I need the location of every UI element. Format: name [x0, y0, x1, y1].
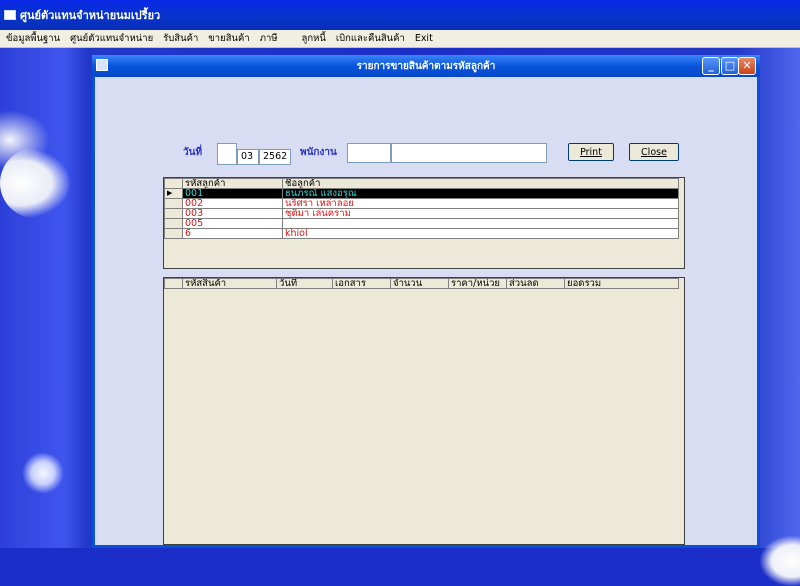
- row-header: [164, 198, 183, 209]
- table-row[interactable]: 005: [164, 218, 679, 229]
- column-header-unit-price[interactable]: ราคา/หน่วย: [448, 278, 507, 289]
- table-row[interactable]: 6 khiol: [164, 228, 679, 239]
- column-header-customer-code[interactable]: รหัสลูกค้า: [182, 178, 283, 189]
- close-button[interactable]: Close: [629, 143, 679, 161]
- row-header-corner: [164, 278, 183, 289]
- milk-splash-decoration: [760, 536, 800, 586]
- customer-name-cell[interactable]: ธนภรณ์ แสงอรุณ: [282, 188, 679, 199]
- menu-debtors[interactable]: ลูกหนี้: [302, 31, 326, 46]
- customer-name-cell[interactable]: [282, 218, 679, 229]
- row-header: [164, 208, 183, 219]
- sales-by-customer-window: รายการขายสินค้าตามรหัสลูกค้า _ □ ✕ วันที…: [92, 55, 760, 548]
- column-header-document[interactable]: เอกสาร: [332, 278, 391, 289]
- milk-splash-decoration: [18, 453, 68, 493]
- minimize-icon[interactable]: _: [702, 57, 720, 75]
- row-header-corner: [164, 178, 183, 189]
- customer-code-cell[interactable]: 005: [182, 218, 283, 229]
- column-header-customer-name[interactable]: ชื่อลูกค้า: [282, 178, 679, 189]
- menu-exit[interactable]: Exit: [415, 33, 433, 44]
- customer-name-cell[interactable]: ชุติมา เล่นคราม: [282, 208, 679, 219]
- customer-code-cell[interactable]: 6: [182, 228, 283, 239]
- customer-code-cell[interactable]: 002: [182, 198, 283, 209]
- date-label: วันที่: [183, 147, 203, 158]
- sales-table: รหัสสินค้า วันที่ เอกสาร จำนวน ราคา/หน่ว…: [164, 278, 679, 289]
- customer-name-cell[interactable]: นริศรา เหล่าลอย: [282, 198, 679, 209]
- app-title: ศูนย์ตัวแทนจำหน่ายนมเปรี้ยว: [20, 9, 161, 22]
- column-header-quantity[interactable]: จำนวน: [390, 278, 449, 289]
- customer-grid[interactable]: รหัสลูกค้า ชื่อลูกค้า ▶ 001 ธนภรณ์ แสงอร…: [163, 177, 685, 269]
- menubar: ข้อมูลพื้นฐาน ศูนย์ตัวแทนจำหน่าย รับสินค…: [0, 30, 800, 48]
- month-field[interactable]: 03: [237, 149, 259, 165]
- table-row[interactable]: ▶ 001 ธนภรณ์ แสงอรุณ: [164, 188, 679, 199]
- column-header-product-code[interactable]: รหัสสินค้า: [182, 278, 277, 289]
- menu-receive-goods[interactable]: รับสินค้า: [163, 31, 198, 46]
- customer-name-cell[interactable]: khiol: [282, 228, 679, 239]
- column-header-total[interactable]: ยอดรวม: [564, 278, 679, 289]
- menu-tax[interactable]: ภาษี: [260, 31, 278, 46]
- employee-code-field[interactable]: [347, 143, 391, 163]
- table-row[interactable]: 002 นริศรา เหล่าลอย: [164, 198, 679, 209]
- menu-sell-goods[interactable]: ขายสินค้า: [208, 31, 249, 46]
- window-system-icon[interactable]: [96, 59, 108, 71]
- row-header: [164, 228, 183, 239]
- window-title-bar[interactable]: รายการขายสินค้าตามรหัสลูกค้า _ □ ✕: [92, 55, 760, 77]
- row-header: [164, 218, 183, 229]
- column-header-discount[interactable]: ส่วนลด: [506, 278, 565, 289]
- customer-code-cell[interactable]: 001: [182, 188, 283, 199]
- menu-distributor[interactable]: ศูนย์ตัวแทนจำหน่าย: [70, 31, 153, 46]
- customer-code-cell[interactable]: 003: [182, 208, 283, 219]
- day-field[interactable]: [217, 143, 237, 165]
- customer-table: รหัสลูกค้า ชื่อลูกค้า ▶ 001 ธนภรณ์ แสงอร…: [164, 178, 679, 239]
- menu-basic-data[interactable]: ข้อมูลพื้นฐาน: [6, 31, 60, 46]
- app-icon: [4, 10, 16, 20]
- milk-splash-decoration: [0, 148, 70, 218]
- menu-withdraw-return[interactable]: เบิกและคืนสินค้า: [336, 31, 405, 46]
- app-title-bar: ศูนย์ตัวแทนจำหน่ายนมเปรี้ยว: [0, 0, 800, 30]
- employee-label: พนักงาน: [300, 147, 337, 158]
- row-pointer-icon: ▶: [164, 188, 183, 199]
- column-header-date[interactable]: วันที่: [276, 278, 333, 289]
- sales-grid[interactable]: รหัสสินค้า วันที่ เอกสาร จำนวน ราคา/หน่ว…: [163, 277, 685, 545]
- window-title: รายการขายสินค้าตามรหัสลูกค้า: [356, 60, 496, 72]
- window-body: วันที่ 03 2562 พนักงาน Print Close รหัสล…: [95, 77, 757, 545]
- table-row[interactable]: 003 ชุติมา เล่นคราม: [164, 208, 679, 219]
- year-field[interactable]: 2562: [259, 149, 291, 165]
- employee-name-field[interactable]: [391, 143, 547, 163]
- close-icon[interactable]: ✕: [738, 57, 756, 75]
- maximize-icon[interactable]: □: [721, 57, 739, 75]
- print-button[interactable]: Print: [568, 143, 614, 161]
